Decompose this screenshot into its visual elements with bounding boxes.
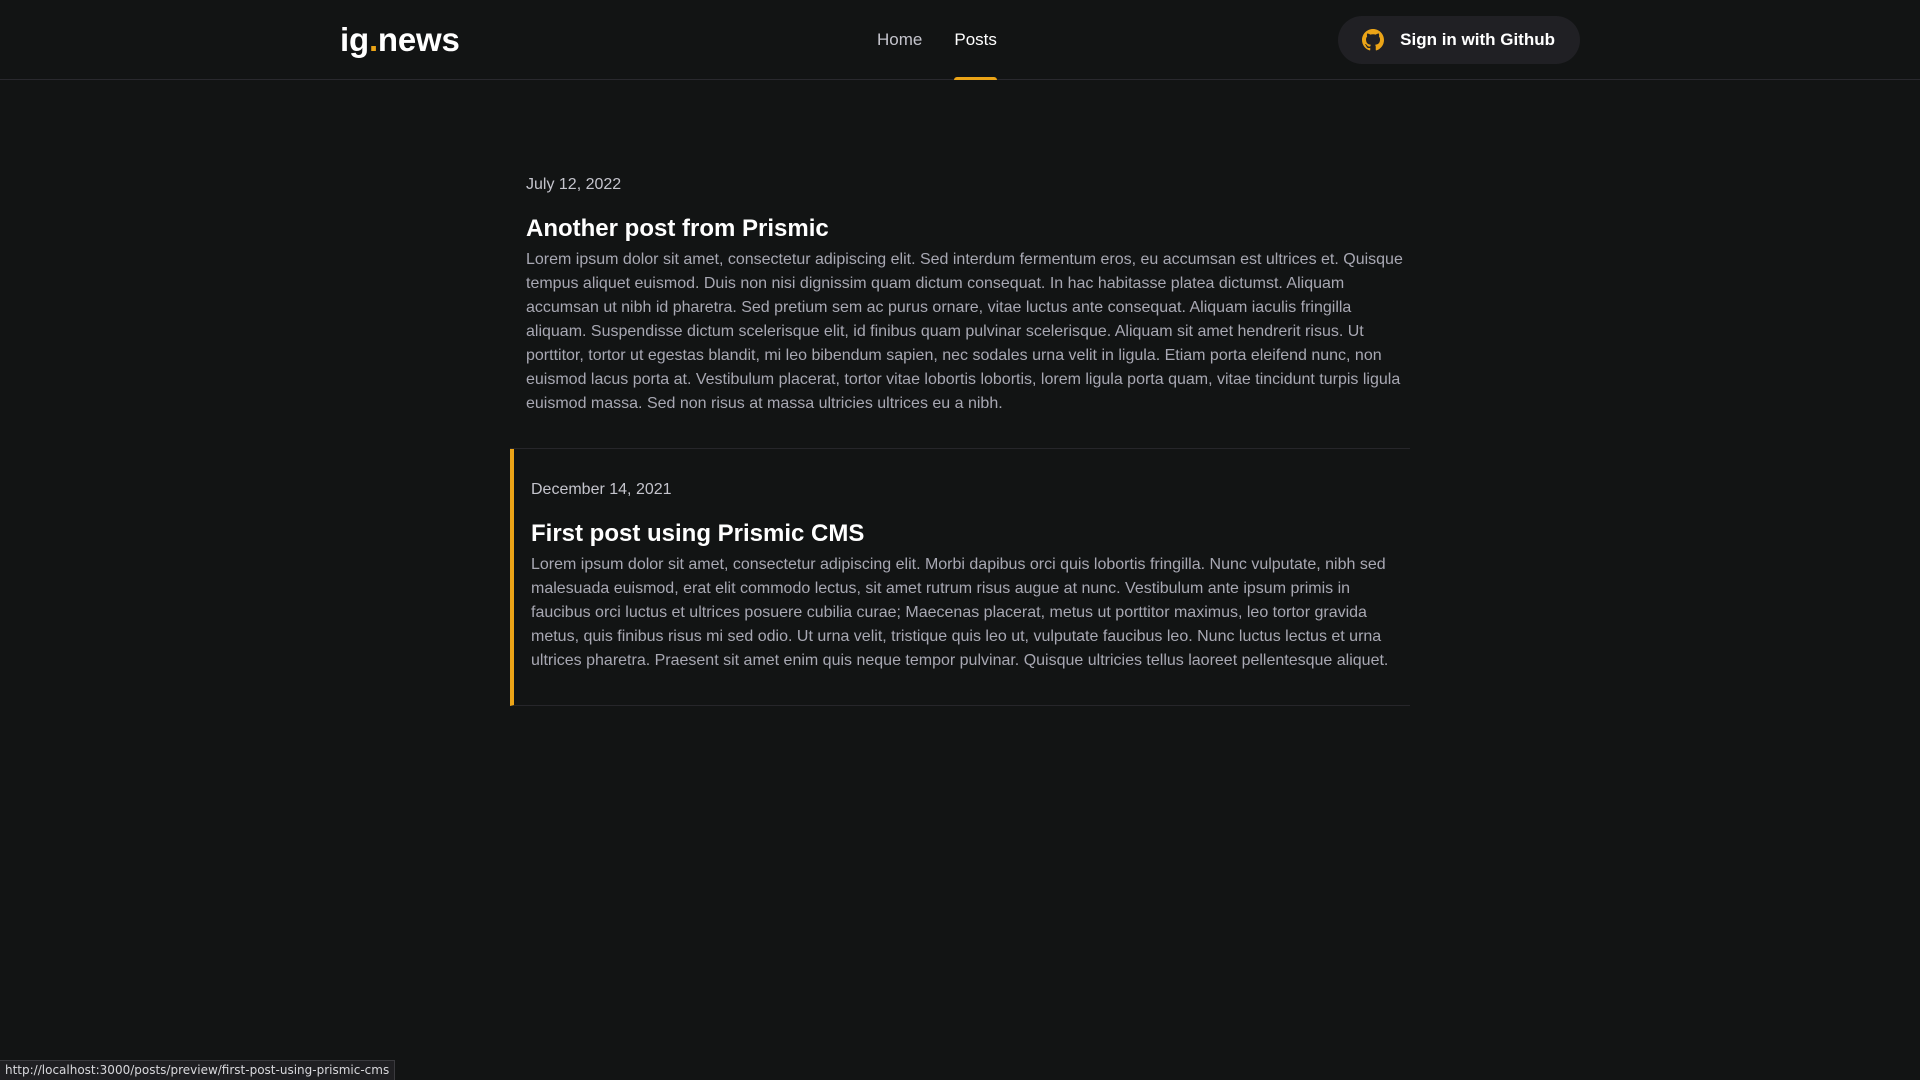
post-title: First post using Prismic CMS (531, 520, 865, 547)
posts-list: July 12, 2022 Another post from Prismic … (510, 80, 1410, 706)
site-header: ig.news Home Posts Sign in with Github (0, 0, 1920, 80)
sign-in-github-button[interactable]: Sign in with Github (1338, 16, 1580, 64)
github-icon (1362, 29, 1385, 51)
logo-prefix: ig (340, 21, 369, 58)
post-item-hovered[interactable]: December 14, 2021 First post using Prism… (510, 449, 1410, 706)
header-inner: ig.news Home Posts Sign in with Github (340, 0, 1580, 80)
post-excerpt: Lorem ipsum dolor sit amet, consectetur … (526, 251, 1403, 412)
nav-posts-link[interactable]: Posts (954, 0, 997, 80)
logo-suffix: news (377, 21, 460, 58)
browser-status-url: http://localhost:3000/posts/preview/firs… (0, 1060, 396, 1080)
post-item[interactable]: July 12, 2022 Another post from Prismic … (510, 96, 1410, 449)
post-title: Another post from Prismic (526, 215, 829, 242)
main-nav: Home Posts (877, 0, 997, 80)
nav-home-link[interactable]: Home (877, 0, 922, 80)
sign-in-label: Sign in with Github (1400, 30, 1555, 49)
post-excerpt: Lorem ipsum dolor sit amet, consectetur … (531, 556, 1389, 669)
post-date: December 14, 2021 (531, 481, 672, 498)
post-date: July 12, 2022 (526, 176, 622, 193)
site-logo[interactable]: ig.news (340, 21, 460, 59)
logo-dot: . (368, 21, 378, 58)
